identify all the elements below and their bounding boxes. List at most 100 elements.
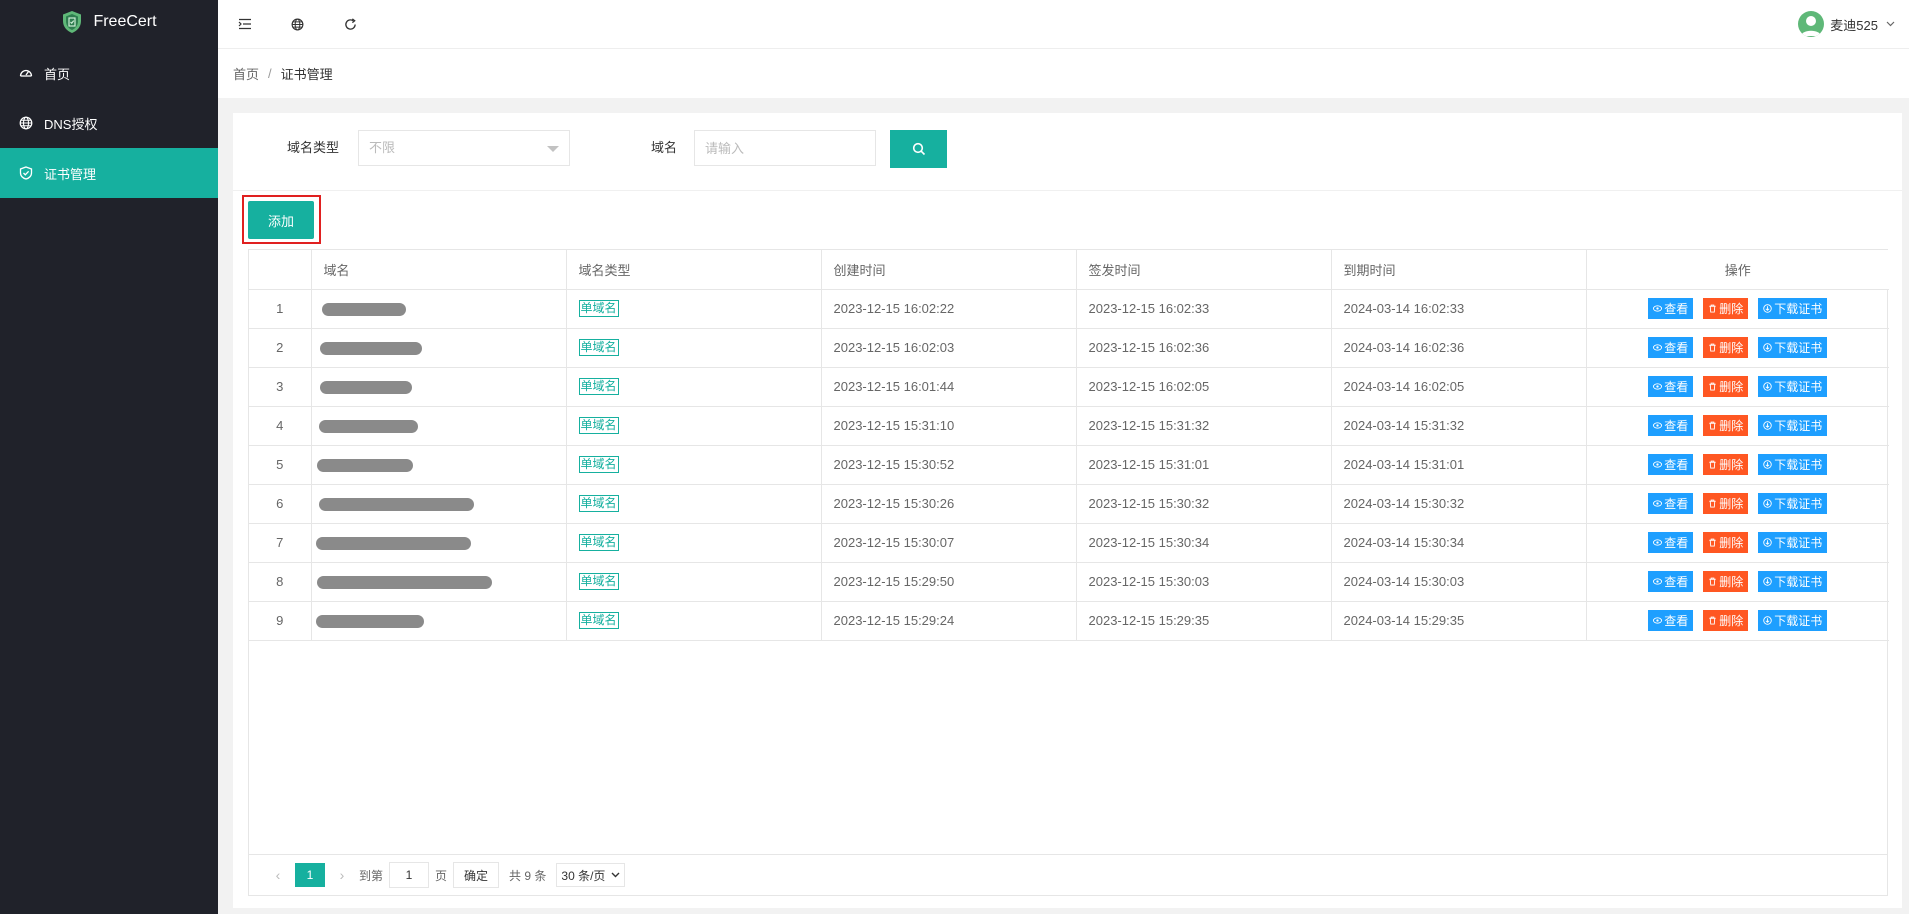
view-label: 查看 <box>1664 575 1689 589</box>
column-header-created[interactable]: 创建时间 <box>821 250 1077 290</box>
view-button[interactable]: 查看 <box>1648 298 1694 319</box>
row-domain-redacted <box>311 289 567 329</box>
sidebar-item-dns[interactable]: DNS授权 <box>0 98 218 148</box>
view-button[interactable]: 查看 <box>1648 493 1694 514</box>
view-label: 查看 <box>1664 341 1689 355</box>
delete-button[interactable]: 删除 <box>1703 376 1749 397</box>
download-cert-button[interactable]: 下载证书 <box>1758 337 1828 358</box>
download-label: 下载证书 <box>1774 497 1823 511</box>
download-cert-button[interactable]: 下载证书 <box>1758 415 1828 436</box>
row-index: 3 <box>249 367 312 407</box>
redaction-bar <box>315 537 471 551</box>
goto-confirm-button[interactable]: 确定 <box>453 862 500 888</box>
download-cert-button[interactable]: 下载证书 <box>1758 376 1828 397</box>
domain-search-input[interactable] <box>694 130 876 166</box>
breadcrumb-current: 证书管理 <box>280 67 333 82</box>
row-issued: 2023-12-15 15:30:34 <box>1076 523 1332 563</box>
view-button[interactable]: 查看 <box>1648 610 1694 631</box>
row-expires: 2024-03-14 15:30:03 <box>1331 562 1587 602</box>
download-label: 下载证书 <box>1774 341 1823 355</box>
column-header-type[interactable]: 域名类型 <box>566 250 822 290</box>
download-cert-button[interactable]: 下载证书 <box>1758 532 1828 553</box>
sidebar-item-label: 证书管理 <box>44 166 97 182</box>
column-header-issued[interactable]: 签发时间 <box>1076 250 1332 290</box>
row-type: 单域名 <box>566 328 822 368</box>
view-button[interactable]: 查看 <box>1648 376 1694 397</box>
delete-label: 删除 <box>1719 302 1744 316</box>
row-type: 单域名 <box>566 445 822 485</box>
row-created: 2023-12-15 15:29:50 <box>821 562 1077 602</box>
view-label: 查看 <box>1664 380 1689 394</box>
row-domain-redacted <box>311 445 567 485</box>
chevron-down-icon <box>611 872 620 878</box>
row-domain-redacted <box>311 367 567 407</box>
row-actions: 查看 删除 下载证书 <box>1586 562 1889 602</box>
view-button[interactable]: 查看 <box>1648 454 1694 475</box>
view-button[interactable]: 查看 <box>1648 571 1694 592</box>
download-cert-button[interactable]: 下载证书 <box>1758 571 1828 592</box>
table-row: 3 单域名 2023-12-15 16:01:44 2023-12-15 16:02:… <box>249 367 1889 407</box>
view-button[interactable]: 查看 <box>1648 337 1694 358</box>
delete-button[interactable]: 删除 <box>1703 493 1749 514</box>
page-number-current[interactable]: 1 <box>295 863 325 887</box>
user-menu[interactable]: 麦迪525 <box>1798 11 1909 37</box>
view-button[interactable]: 查看 <box>1648 532 1694 553</box>
next-page-icon[interactable]: › <box>331 867 353 883</box>
row-domain-redacted <box>311 484 567 524</box>
sidebar-item-home[interactable]: 首页 <box>0 48 218 98</box>
page-size-select[interactable]: 30 条/页 <box>556 863 626 887</box>
row-actions: 查看 删除 下载证书 <box>1586 445 1889 485</box>
delete-button[interactable]: 删除 <box>1703 454 1749 475</box>
row-index: 5 <box>249 445 312 485</box>
domain-type-select[interactable]: 不限 <box>358 130 570 166</box>
row-actions: 查看 删除 下载证书 <box>1586 484 1889 524</box>
delete-button[interactable]: 删除 <box>1703 610 1749 631</box>
column-header-domain[interactable]: 域名 <box>311 250 567 290</box>
trash-icon <box>1709 616 1716 625</box>
row-domain-redacted <box>311 562 567 602</box>
breadcrumb-home[interactable]: 首页 <box>233 64 259 83</box>
row-issued: 2023-12-15 15:30:32 <box>1076 484 1332 524</box>
delete-button[interactable]: 删除 <box>1703 337 1749 358</box>
app-name: FreeCert <box>93 13 157 30</box>
domain-type-tag: 单域名 <box>578 417 619 434</box>
app-logo[interactable]: FreeCert <box>0 0 218 44</box>
row-index: 9 <box>249 601 312 641</box>
delete-button[interactable]: 删除 <box>1703 415 1749 436</box>
delete-button[interactable]: 删除 <box>1703 571 1749 592</box>
view-label: 查看 <box>1664 419 1689 433</box>
view-label: 查看 <box>1664 536 1689 550</box>
download-cert-button[interactable]: 下载证书 <box>1758 610 1828 631</box>
download-cert-button[interactable]: 下载证书 <box>1758 454 1828 475</box>
goto-label: 到第 <box>359 868 384 883</box>
row-type: 单域名 <box>566 484 822 524</box>
download-label: 下载证书 <box>1774 614 1823 628</box>
trash-icon <box>1709 577 1716 586</box>
goto-page-input[interactable] <box>389 862 430 888</box>
pagination: ‹ 1 › 到第 页 确定 共 9 条 30 条/页 <box>249 854 1887 895</box>
row-actions: 查看 删除 下载证书 <box>1586 367 1889 407</box>
delete-label: 删除 <box>1719 536 1744 550</box>
trash-icon <box>1709 421 1716 430</box>
menu-fold-icon[interactable] <box>218 0 271 49</box>
sidebar-item-cert-management[interactable]: 证书管理 <box>0 148 218 198</box>
row-created: 2023-12-15 15:30:26 <box>821 484 1077 524</box>
refresh-icon[interactable] <box>324 0 377 49</box>
globe-icon[interactable] <box>271 0 324 49</box>
user-name: 麦迪525 <box>1830 17 1878 33</box>
view-button[interactable]: 查看 <box>1648 415 1694 436</box>
delete-button[interactable]: 删除 <box>1703 532 1749 553</box>
download-cert-button[interactable]: 下载证书 <box>1758 493 1828 514</box>
scrollbar[interactable] <box>1902 98 1909 914</box>
add-button[interactable]: 添加 <box>248 201 314 239</box>
prev-page-icon[interactable]: ‹ <box>267 867 289 883</box>
delete-button[interactable]: 删除 <box>1703 298 1749 319</box>
column-header-expires[interactable]: 到期时间 <box>1331 250 1587 290</box>
total-count: 共 9 条 <box>509 868 547 883</box>
download-cert-button[interactable]: 下载证书 <box>1758 298 1828 319</box>
row-type: 单域名 <box>566 601 822 641</box>
caret-down-icon <box>547 146 559 152</box>
search-button[interactable] <box>890 130 947 168</box>
redaction-bar <box>316 576 492 590</box>
domain-type-value: 不限 <box>369 140 396 155</box>
